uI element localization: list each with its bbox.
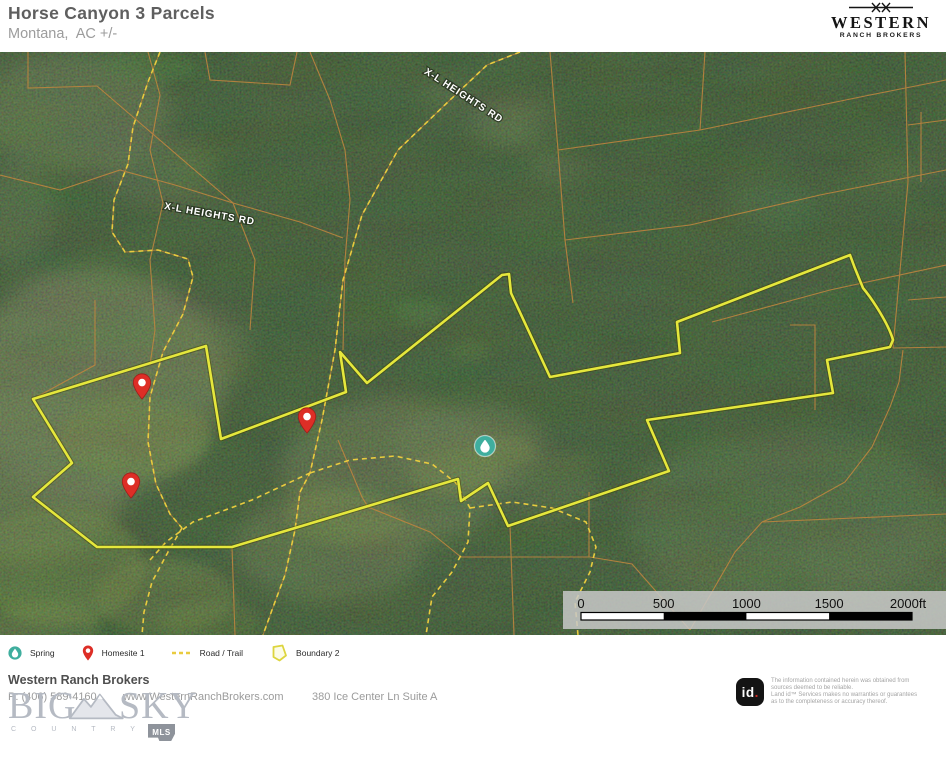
big-sky-country-mls-logo: BIG SKY C O U N T R Y MLS <box>8 688 198 740</box>
scale-tick-1000: 1000 <box>732 596 761 611</box>
title-block: Horse Canyon 3 Parcels Montana, AC +/- <box>8 3 215 42</box>
map-canvas[interactable]: X-L HEIGHTS RD X-L HEIGHTS RD 0 500 1000… <box>0 52 946 635</box>
page-title: Horse Canyon 3 Parcels <box>8 3 215 24</box>
disclaimer-line: Land id™ Services makes no warranties or… <box>771 692 943 699</box>
footer-address: 380 Ice Center Ln Suite A <box>312 691 437 703</box>
disclaimer-line: sources deemed to be reliable. <box>771 685 943 692</box>
scale-bar: 0 500 1000 1500 2000ft <box>563 591 946 629</box>
spring-icon <box>8 646 22 660</box>
legend-item-boundary: Boundary 2 <box>270 644 339 662</box>
mls-badge-label: MLS <box>152 728 170 737</box>
land-id-disclaimer: The information contained herein was obt… <box>771 678 943 706</box>
mls-montana-badge: MLS <box>148 724 175 741</box>
legend-label: Road / Trail <box>200 648 243 658</box>
land-id-attribution: id. The information contained herein was… <box>736 678 943 706</box>
satellite-map[interactable]: X-L HEIGHTS RD X-L HEIGHTS RD 0 500 1000… <box>0 52 946 635</box>
bigsky-word-big: BIG <box>8 688 76 724</box>
footer: Western Ranch Brokers P: (406) 589-4160 … <box>0 670 946 768</box>
legend-label: Spring <box>30 648 55 658</box>
header-bar: Horse Canyon 3 Parcels Montana, AC +/- W… <box>0 0 946 52</box>
boundary-polygon-icon <box>270 644 288 662</box>
scale-tick-2000ft: 2000ft <box>890 596 927 611</box>
land-id-logo: id. <box>736 678 764 706</box>
legend-label: Homesite 1 <box>102 648 145 658</box>
disclaimer-line: The information contained herein was obt… <box>771 678 943 685</box>
spring-marker[interactable] <box>475 436 496 457</box>
legend-item-spring: Spring <box>8 646 55 660</box>
brand-name: WESTERN <box>822 14 940 31</box>
western-ranch-brokers-logo: WESTERN RANCH BROKERS <box>822 2 940 39</box>
scale-tick-1500: 1500 <box>815 596 844 611</box>
legend-item-road-trail: Road / Trail <box>172 648 243 658</box>
road-trail-dash-icon <box>172 650 192 656</box>
mountains-icon <box>68 690 125 722</box>
scale-tick-0: 0 <box>577 596 584 611</box>
legend-label: Boundary 2 <box>296 648 339 658</box>
bigsky-word-sky: SKY <box>119 688 198 724</box>
land-id-logo-dot: . <box>755 685 759 700</box>
map-legend: Spring Homesite 1 Road / Trail Boundary … <box>0 635 946 670</box>
page-subtitle: Montana, AC +/- <box>8 26 215 42</box>
brand-subname: RANCH BROKERS <box>822 32 940 39</box>
homesite-pin-icon <box>82 645 94 661</box>
land-id-logo-text: id <box>742 685 755 700</box>
legend-item-homesite: Homesite 1 <box>82 645 145 661</box>
disclaimer-line: as to the completeness or accuracy there… <box>771 699 943 706</box>
barbed-wire-icon <box>849 2 913 13</box>
scale-tick-500: 500 <box>653 596 675 611</box>
